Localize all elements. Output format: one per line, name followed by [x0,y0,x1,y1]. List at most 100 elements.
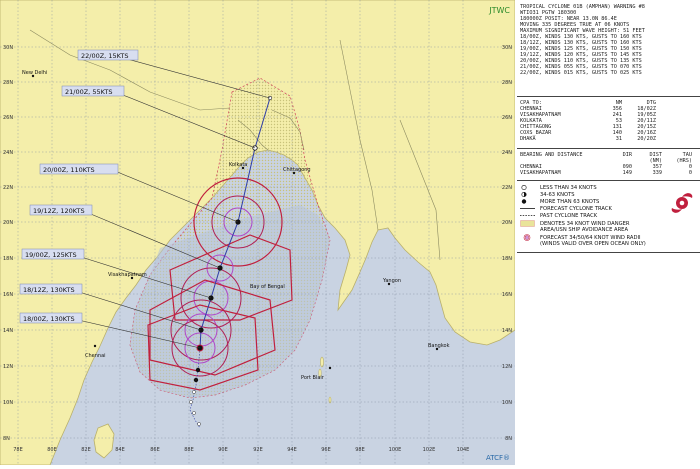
bearing-cell: 339 [652,170,662,176]
legend-danger-area: DENOTES 34 KNOT WIND DANGER [520,220,630,227]
lat-label-right: 26N [502,115,512,121]
lon-label: 94E [287,447,297,453]
lat-label-right: 8N [505,436,512,442]
place-port-blair: Port Blair [301,375,325,381]
solid-line-icon [520,208,535,209]
lon-label: 96E [321,447,331,453]
lat-label: 20N [3,220,13,226]
lon-label: 82E [81,447,91,453]
filled-circle-icon [521,199,527,204]
lat-label: 30N [3,45,13,51]
dashed-line-icon [520,215,535,216]
forecast-label-21-00z: 21/00Z, 55KTS [65,88,112,96]
lon-label: 80E [47,447,57,453]
warning-panel: TROPICAL CYCLONE 01B (AMPHAN) WARNING #8… [517,0,700,465]
legend-more-63: MORE THAN 63 KNOTS [520,198,630,205]
legend-label: FORECAST 34/50/64 KNOT WIND RADII [540,234,641,241]
legend-label: AREA/USN SHIP AVOIDANCE AREA [540,227,628,233]
lon-label: 86E [150,447,160,453]
lat-label-right: 12N [502,364,512,370]
lat-label-right: 24N [502,150,512,156]
forecast-label-22-00z: 22/00Z, 15KTS [81,52,128,60]
legend-label: (WINDS VALID OVER OPEN OCEAN ONLY) [540,241,646,247]
lon-label: 90E [218,447,228,453]
lat-label-right: 20N [502,220,512,226]
danger-area-swatch-icon [520,220,535,227]
lat-label: 22N [3,185,13,191]
place-kolkata: Kolkata [229,162,247,168]
lat-label: 26N [3,115,13,121]
cpa-row: DHAKA 31 20/20Z [520,136,697,142]
legend-label: LESS THAN 34 KNOTS [540,184,597,191]
cpa-table: CPA TO: NM DTG CHENNAI 356 18/02Z VISAKH… [520,100,697,142]
legend-wind-radii: FORECAST 34/50/64 KNOT WIND RADII [520,234,641,241]
bearing-cell: 149 [622,170,632,176]
cpa-cell: 20/20Z [637,136,656,142]
legend-less-34: LESS THAN 34 KNOTS [520,184,630,191]
place-new-delhi: New Delhi [22,70,47,76]
lat-label-right: 30N [502,45,512,51]
forecast-label-18-00z: 18/00Z, 130KTS [23,315,75,323]
cpa-cell: DHAKA [520,136,536,142]
half-circle-icon [521,191,527,198]
legend-label: PAST CYCLONE TRACK [540,212,598,219]
lon-label: 78E [13,447,23,453]
cpa-cell: 31 [615,136,622,142]
wind-radii-icon [523,234,531,241]
lat-label-right: 18N [502,256,512,262]
lat-label-right: 28N [502,80,512,86]
lat-label: 14N [3,328,13,334]
divider [517,180,700,181]
cpa-cell [656,136,692,142]
forecast-label-19-12z: 19/12Z, 120KTS [33,207,85,215]
lon-label: 88E [184,447,194,453]
lat-label: 18N [3,256,13,262]
legend-danger-area-cont: AREA/USN SHIP AVOIDANCE AREA [520,227,650,233]
forecast-label-18-12z: 18/12Z, 130KTS [23,286,75,294]
lon-label: 100E [389,447,402,453]
lat-label: 16N [3,292,13,298]
place-bay-of-bengal: Bay of Bengal [250,284,285,290]
legend-label: DENOTES 34 KNOT WIND DANGER [540,220,630,227]
open-circle-icon [521,184,527,191]
agency-label: JTWC [488,6,510,15]
lat-label-right: 14N [502,328,512,334]
lon-label: 104E [457,447,470,453]
atcf-mark: ATCF® [486,454,510,462]
forecast-label-20-00z: 20/00Z, 110KTS [43,166,95,174]
lon-label: 98E [355,447,365,453]
warning-line: 22/00Z, WINDS 015 KTS, GUSTS TO 025 KTS [520,70,642,76]
legend-label: MORE THAN 63 KNOTS [540,198,600,205]
lon-label: 92E [253,447,263,453]
divider [517,252,700,253]
legend-forecast-track: FORECAST CYCLONE TRACK [520,205,630,212]
map-canvas: JTWC ATCF® 30N 28N 26N 24N 22N 20N 18N 1… [0,0,516,466]
bearing-cell: VISAKHAPATNAM [520,170,561,176]
place-yangon: Yangon [382,278,401,284]
bearing-cell: 0 [688,170,692,176]
forecast-label-19-00z: 19/00Z, 125KTS [25,251,77,259]
legend-past-track: PAST CYCLONE TRACK [520,212,630,219]
legend-34-63: 34-63 KNOTS [520,191,630,198]
bearing-row: VISAKHAPATNAM 149 339 0 [520,170,697,176]
bearing-table: BEARING AND DISTANCE DIR DIST TAU (NM) (… [520,152,697,176]
legend-label: FORECAST CYCLONE TRACK [540,205,612,212]
place-chittagong: Chittagong [283,167,311,173]
place-chennai: Chennai [85,353,106,359]
place-bangkok: Bangkok [428,343,450,349]
lat-label-right: 16N [502,292,512,298]
lon-label: 102E [423,447,436,453]
lat-label-right: 22N [502,185,512,191]
lon-label: 84E [115,447,125,453]
lat-label: 12N [3,364,13,370]
forecast-map: JTWC ATCF® 30N 28N 26N 24N 22N 20N 18N 1… [0,0,516,466]
cyclone-symbol-icon [671,193,693,213]
divider [517,96,700,97]
lat-label: 10N [3,400,13,406]
legend-label: 34-63 KNOTS [540,191,575,198]
lat-label: 24N [3,150,13,156]
lat-label: 28N [3,80,13,86]
divider [517,148,700,149]
jtwc-warning-graphic: JTWC ATCF® 30N 28N 26N 24N 22N 20N 18N 1… [0,0,700,466]
place-visakhapatnam: Visakhapatnam [108,272,147,278]
